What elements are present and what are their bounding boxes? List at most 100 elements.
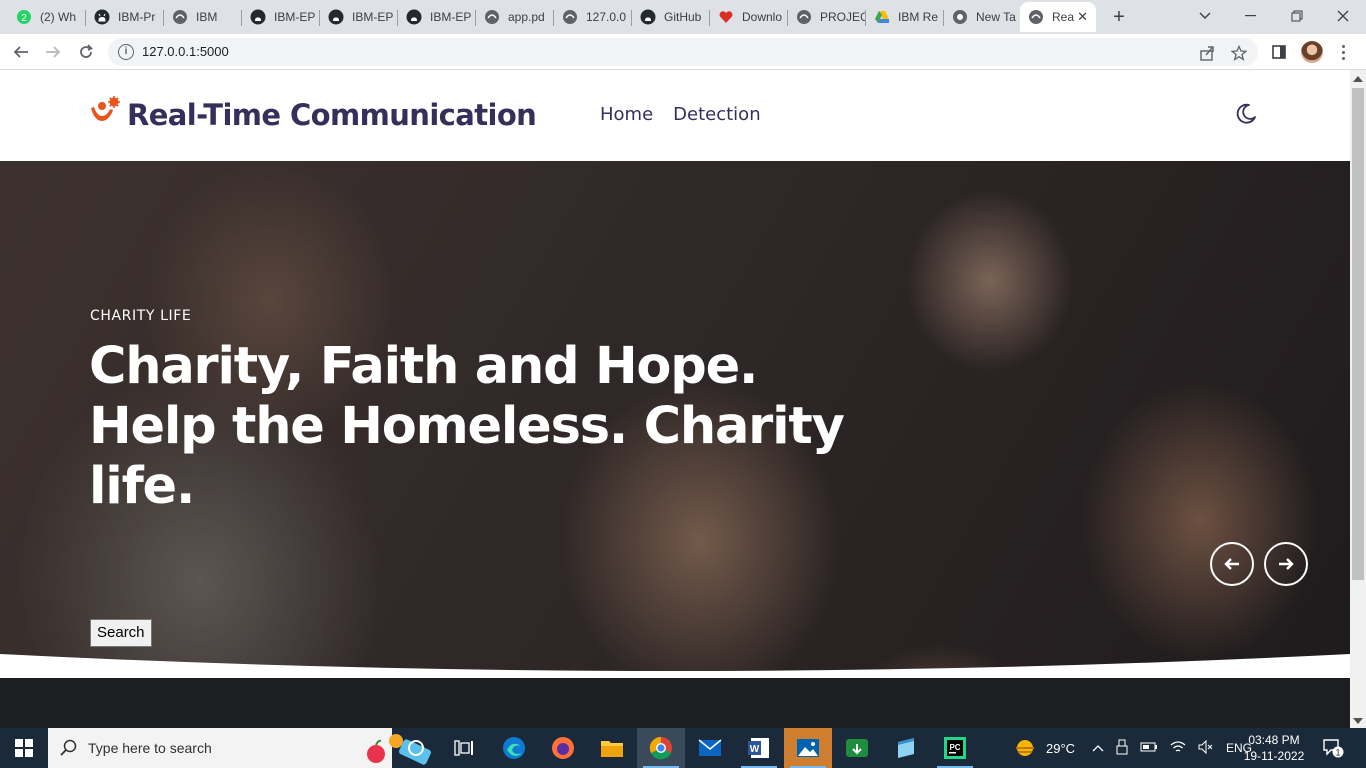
brand-title: Real-Time Communication <box>127 97 537 132</box>
whatsapp-icon: 2 <box>16 9 32 25</box>
svg-text:2: 2 <box>21 13 27 24</box>
github-icon <box>640 9 656 25</box>
system-tray: ENG <box>1092 728 1252 768</box>
globe-icon <box>1028 9 1044 25</box>
carousel-next-button[interactable] <box>1264 542 1308 586</box>
nav-detection[interactable]: Detection <box>673 104 760 125</box>
svg-text:1: 1 <box>1335 748 1340 758</box>
tab-download[interactable]: Downlo <box>710 2 788 32</box>
tab-search-chevron-icon[interactable] <box>1182 0 1228 32</box>
close-window-button[interactable] <box>1320 0 1366 32</box>
clock-date: 19-11-2022 <box>1243 749 1305 763</box>
page-viewport: Real-Time Communication Home Detection C… <box>0 70 1350 728</box>
tab-new-tab[interactable]: New Ta <box>944 2 1020 32</box>
close-tab-icon[interactable]: ✕ <box>1077 9 1088 25</box>
github-icon <box>250 9 266 25</box>
edge-icon[interactable] <box>490 728 538 768</box>
notification-icon: 1 <box>1323 739 1344 758</box>
tab-label: IBM-EP <box>352 10 394 24</box>
hero-bottom-curve <box>0 654 1350 678</box>
clock-time: 03:48 PM <box>1248 733 1300 747</box>
clock[interactable]: 03:48 PM 19-11-2022 <box>1240 732 1308 764</box>
notification-center-button[interactable]: 1 <box>1322 738 1344 758</box>
minimize-button[interactable] <box>1228 0 1274 32</box>
pycharm-icon[interactable]: PC <box>931 728 979 768</box>
word-icon[interactable]: W <box>735 728 783 768</box>
tab-label: PROJEC <box>820 10 866 24</box>
share-icon[interactable] <box>1198 44 1216 62</box>
tab-label: IBM-Pr <box>118 10 156 24</box>
cortana-button[interactable] <box>392 728 440 768</box>
wifi-icon[interactable] <box>1170 740 1186 757</box>
tab-ibm-ep-3[interactable]: IBM-EP <box>398 2 476 32</box>
windows-logo-icon <box>15 739 33 757</box>
mail-icon[interactable] <box>686 728 734 768</box>
url-text[interactable]: 127.0.0.1:5000 <box>142 44 229 59</box>
tab-ibm-ep-2[interactable]: IBM-EP <box>320 2 398 32</box>
tab-github[interactable]: GitHub <box>632 2 710 32</box>
main-nav: Home Detection <box>600 104 761 125</box>
tab-app-pdf[interactable]: app.pd <box>476 2 554 32</box>
moon-icon[interactable] <box>1234 102 1258 126</box>
drive-icon <box>874 9 890 25</box>
hero-banner: CHARITY LIFE Charity, Faith and Hope. He… <box>0 161 1350 678</box>
globe-icon <box>172 9 188 25</box>
scroll-up-arrow-icon[interactable] <box>1353 76 1363 82</box>
tray-chevron-up-icon[interactable] <box>1092 741 1104 755</box>
tab-label: IBM <box>196 10 218 24</box>
back-button[interactable] <box>9 40 33 64</box>
search-button[interactable]: Search <box>90 619 152 647</box>
search-placeholder: Type here to search <box>88 740 212 756</box>
weather-widget[interactable]: 29°C <box>1012 728 1075 768</box>
browser-toolbar: i 127.0.0.1:5000 <box>0 34 1366 70</box>
scroll-down-arrow-icon[interactable] <box>1353 718 1363 724</box>
file-explorer-icon[interactable] <box>588 728 636 768</box>
svg-text:PC: PC <box>949 743 960 752</box>
tab-ibm-ep-1[interactable]: IBM-EP <box>242 2 320 32</box>
address-bar[interactable]: i 127.0.0.1:5000 <box>108 38 1258 66</box>
tab-label: IBM Re <box>898 10 939 24</box>
tab-label: GitHub <box>664 10 702 24</box>
tab-ibm[interactable]: IBM <box>164 2 242 32</box>
nav-home[interactable]: Home <box>600 104 653 125</box>
reload-button[interactable] <box>74 40 98 64</box>
page-scrollbar[interactable] <box>1350 70 1366 728</box>
brand[interactable]: Real-Time Communication <box>90 96 537 133</box>
site-header: Real-Time Communication Home Detection <box>0 70 1350 161</box>
new-tab-button[interactable]: + <box>1106 5 1132 29</box>
carousel-prev-button[interactable] <box>1210 542 1254 586</box>
browser-menu-icon[interactable] <box>1333 42 1353 62</box>
task-view-button[interactable] <box>440 728 488 768</box>
speaker-muted-icon[interactable] <box>1198 739 1214 757</box>
photos-icon[interactable] <box>784 728 832 768</box>
start-button[interactable] <box>0 728 48 768</box>
firefox-icon[interactable] <box>539 728 587 768</box>
bookmark-star-icon[interactable] <box>1230 44 1248 62</box>
tab-ibm-pr[interactable]: IBM-Pr <box>86 2 164 32</box>
battery-icon[interactable] <box>1140 741 1158 755</box>
site-info-icon[interactable]: i <box>118 44 134 60</box>
forward-button[interactable] <box>41 40 65 64</box>
tab-real-time-active[interactable]: Rea ✕ <box>1020 2 1096 32</box>
github-icon <box>328 9 344 25</box>
scroll-thumb[interactable] <box>1352 88 1364 580</box>
svg-text:W: W <box>750 744 760 755</box>
tab-ibm-re[interactable]: IBM Re <box>866 2 944 32</box>
tab-localhost[interactable]: 127.0.0 <box>554 2 632 32</box>
github-icon <box>94 9 110 25</box>
profile-avatar[interactable] <box>1301 41 1323 63</box>
side-panel-icon[interactable] <box>1267 40 1291 64</box>
notepad-icon[interactable] <box>882 728 930 768</box>
windows-taskbar: Type here to search W PC 29°C ENG 03:48 … <box>0 728 1366 768</box>
taskbar-search-box[interactable]: Type here to search <box>48 728 431 768</box>
tab-project[interactable]: PROJEC <box>788 2 866 32</box>
chrome-taskbar-icon[interactable] <box>637 728 685 768</box>
restore-button[interactable] <box>1274 0 1320 32</box>
usb-device-icon[interactable] <box>1116 739 1128 758</box>
google-drive-sync-icon[interactable] <box>833 728 881 768</box>
tab-label: Downlo <box>742 10 783 24</box>
browser-tab-strip: 2 (2) Wh IBM-Pr IBM IBM-EP IBM-EP IBM-EP… <box>0 0 1366 34</box>
weather-sun-icon <box>1016 740 1034 756</box>
tab-label: (2) Wh <box>40 10 76 24</box>
tab-whatsapp[interactable]: 2 (2) Wh <box>8 2 86 32</box>
